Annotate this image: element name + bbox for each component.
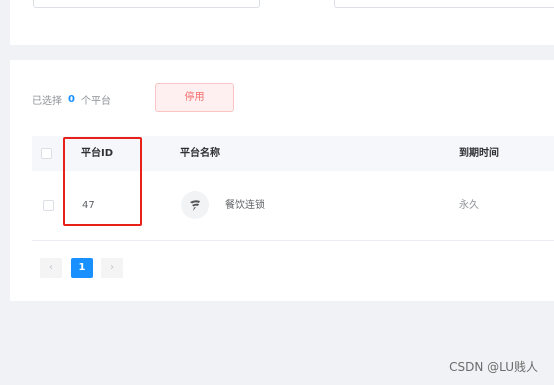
page-1-button[interactable]: 1: [71, 258, 93, 278]
expiry-time-cell: 永久: [459, 200, 479, 211]
selection-summary: 已选择 0 个平台: [32, 92, 111, 107]
selection-count: 0: [68, 94, 75, 105]
watermark: CSDN @LU贱人: [449, 360, 538, 374]
filter-input-left[interactable]: [33, 0, 260, 8]
platform-name-cell: 餐饮连锁: [225, 200, 265, 211]
highlight-box: [63, 137, 142, 226]
prev-page-button[interactable]: ‹: [40, 258, 62, 278]
disable-button[interactable]: 停用: [155, 83, 234, 112]
platform-logo-icon: [181, 191, 209, 219]
selection-suffix: 个平台: [80, 96, 111, 107]
filter-input-right[interactable]: [334, 0, 554, 8]
column-platform-name[interactable]: 平台名称: [180, 136, 220, 171]
select-all-checkbox[interactable]: [41, 148, 52, 159]
row-checkbox[interactable]: [43, 200, 54, 211]
next-page-button[interactable]: ›: [101, 258, 123, 278]
column-expiry-time[interactable]: 到期时间: [459, 136, 499, 171]
filter-card: [10, 0, 554, 45]
selection-prefix: 已选择: [32, 96, 62, 107]
